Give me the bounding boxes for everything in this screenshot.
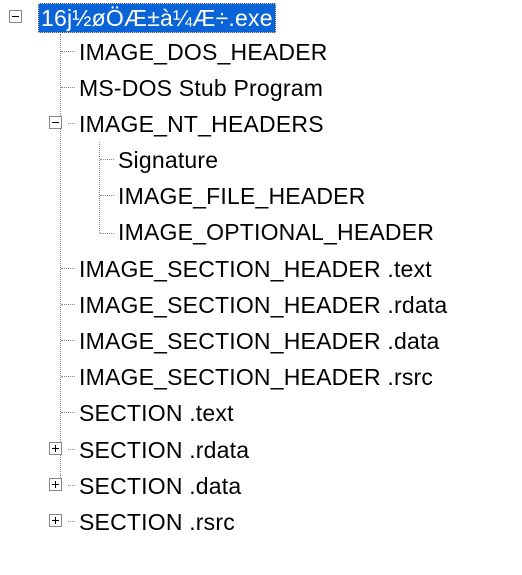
- tree-item-root[interactable]: 16j½øÖÆ±à¼­Æ÷.exe: [0, 0, 522, 36]
- expand-toggle-icon[interactable]: [49, 478, 62, 491]
- tree-item-signature[interactable]: Signature: [0, 142, 522, 178]
- tree-item-label[interactable]: Signature: [118, 145, 218, 175]
- tree-connector-branch: [61, 87, 75, 88]
- tree-connector-branch: [100, 159, 114, 160]
- tree-item-section-header-rsrc[interactable]: IMAGE_SECTION_HEADER .rsrc: [0, 359, 522, 395]
- tree-item-label[interactable]: SECTION .text: [79, 398, 234, 428]
- collapse-toggle-icon[interactable]: [9, 10, 22, 23]
- tree-item-section-header-text[interactable]: IMAGE_SECTION_HEADER .text: [0, 251, 522, 287]
- expand-toggle-icon[interactable]: [49, 514, 62, 527]
- tree-item-label[interactable]: IMAGE_OPTIONAL_HEADER: [118, 217, 434, 247]
- tree-item-label[interactable]: IMAGE_SECTION_HEADER .text: [79, 254, 432, 284]
- tree-item-ms-dos-stub[interactable]: MS-DOS Stub Program: [0, 70, 522, 106]
- tree-item-label[interactable]: IMAGE_DOS_HEADER: [79, 37, 328, 67]
- tree-item-label[interactable]: SECTION .data: [79, 471, 241, 501]
- tree-connector-branch: [61, 412, 75, 413]
- tree-item-section-rdata[interactable]: SECTION .rdata: [0, 432, 522, 468]
- tree-connector-branch: [61, 340, 75, 341]
- tree-item-section-text[interactable]: SECTION .text: [0, 395, 522, 431]
- tree-item-image-nt-headers[interactable]: IMAGE_NT_HEADERS: [0, 106, 522, 142]
- tree-item-label[interactable]: IMAGE_NT_HEADERS: [79, 109, 324, 139]
- tree-item-section-rsrc[interactable]: SECTION .rsrc: [0, 504, 522, 540]
- tree-item-label[interactable]: IMAGE_SECTION_HEADER .data: [79, 326, 440, 356]
- tree-item-label[interactable]: IMAGE_SECTION_HEADER .rsrc: [79, 362, 433, 392]
- tree-item-section-data[interactable]: SECTION .data: [0, 468, 522, 504]
- tree-item-label[interactable]: SECTION .rsrc: [79, 507, 235, 537]
- pe-structure-tree[interactable]: 16j½øÖÆ±à¼­Æ÷.exe IMAGE_DOS_HEADER MS-DO…: [0, 0, 522, 575]
- collapse-toggle-icon[interactable]: [49, 116, 62, 129]
- tree-item-section-header-rdata[interactable]: IMAGE_SECTION_HEADER .rdata: [0, 287, 522, 323]
- tree-item-image-dos-header[interactable]: IMAGE_DOS_HEADER: [0, 34, 522, 70]
- tree-item-image-file-header[interactable]: IMAGE_FILE_HEADER: [0, 178, 522, 214]
- tree-connector-branch: [61, 376, 75, 377]
- tree-connector-branch: [61, 268, 75, 269]
- tree-item-label[interactable]: SECTION .rdata: [79, 435, 249, 465]
- tree-connector-branch: [61, 304, 75, 305]
- expand-toggle-icon[interactable]: [49, 442, 62, 455]
- tree-item-label[interactable]: IMAGE_SECTION_HEADER .rdata: [79, 290, 447, 320]
- tree-connector-branch: [68, 123, 75, 124]
- tree-connector-branch: [61, 51, 75, 52]
- tree-connector-branch: [68, 521, 75, 522]
- tree-connector-branch: [100, 233, 114, 234]
- tree-item-label[interactable]: 16j½øÖÆ±à¼­Æ÷.exe: [38, 3, 276, 33]
- tree-connector-branch: [100, 195, 114, 196]
- tree-item-image-optional-header[interactable]: IMAGE_OPTIONAL_HEADER: [0, 214, 522, 250]
- tree-connector-branch: [68, 485, 75, 486]
- tree-connector-branch: [68, 449, 75, 450]
- tree-item-section-header-data[interactable]: IMAGE_SECTION_HEADER .data: [0, 323, 522, 359]
- tree-item-label[interactable]: MS-DOS Stub Program: [79, 73, 323, 103]
- tree-item-label[interactable]: IMAGE_FILE_HEADER: [118, 181, 366, 211]
